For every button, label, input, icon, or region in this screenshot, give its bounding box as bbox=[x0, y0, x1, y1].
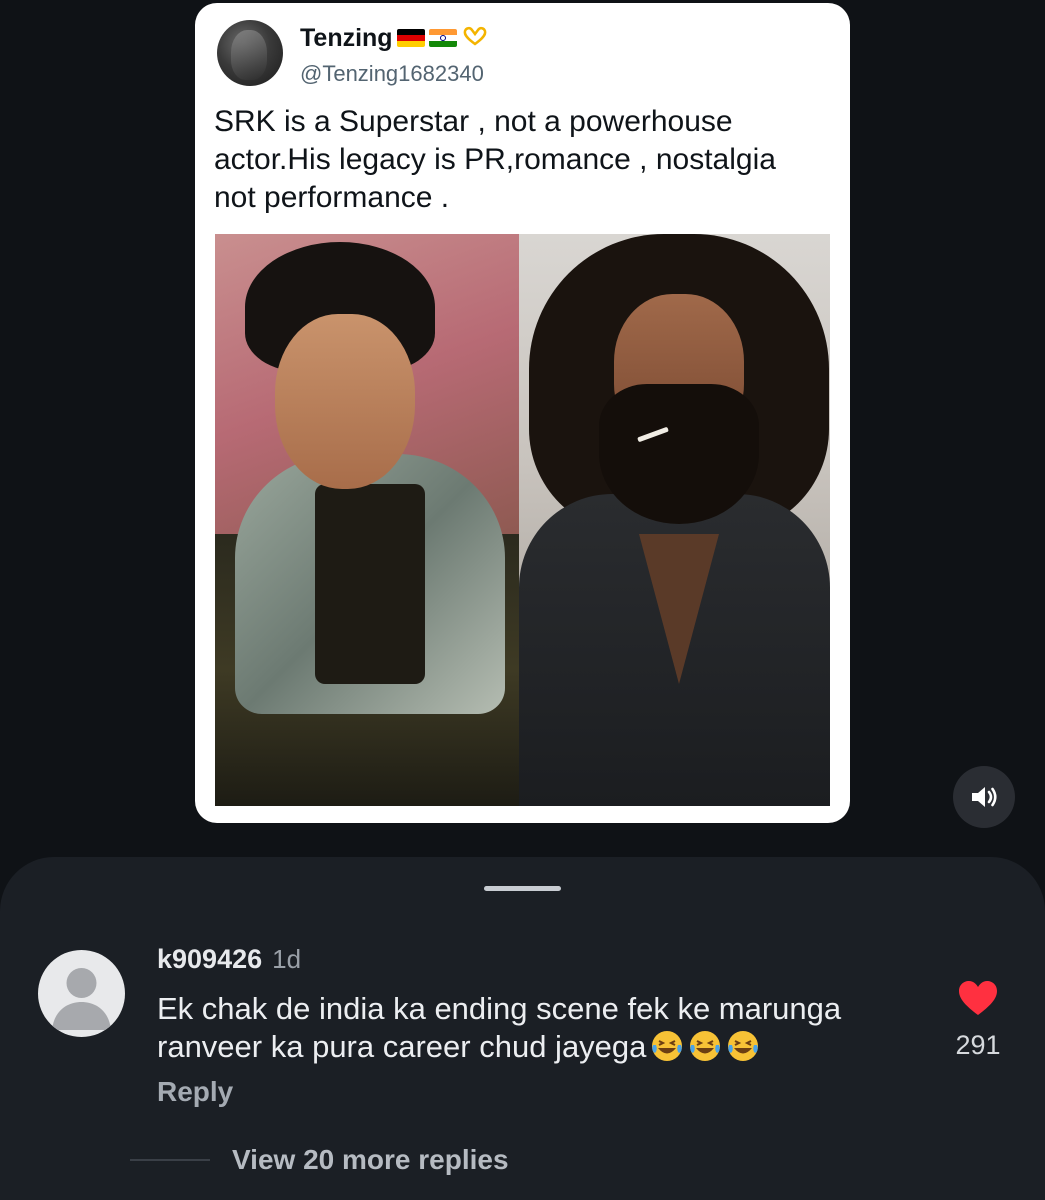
tweet-author-name: Tenzing bbox=[300, 23, 393, 52]
avatar-figure bbox=[231, 30, 267, 80]
tweet-author-avatar bbox=[217, 20, 283, 86]
replies-divider bbox=[130, 1159, 210, 1161]
photo-shape bbox=[315, 484, 425, 684]
like-count: 291 bbox=[955, 1030, 1001, 1060]
sound-toggle-button[interactable] bbox=[953, 766, 1015, 828]
comment-text-line: ranveer ka pura career chud jayega bbox=[157, 1029, 647, 1064]
tweet-author-row: Tenzing bbox=[300, 21, 488, 55]
laughing-tears-icon bbox=[690, 1031, 721, 1061]
commenter-avatar[interactable] bbox=[38, 950, 125, 1037]
drag-handle[interactable] bbox=[484, 886, 561, 891]
comment-username[interactable]: k909426 bbox=[157, 944, 262, 975]
tweet-text-line: actor.His legacy is PR,romance , nostalg… bbox=[214, 143, 776, 176]
heart-icon[interactable] bbox=[957, 979, 999, 1017]
laughing-tears-icon bbox=[728, 1031, 759, 1061]
comment-text-line: Ek chak de india ka ending scene fek ke … bbox=[157, 991, 842, 1026]
german-flag-icon bbox=[396, 29, 425, 47]
indian-flag-icon bbox=[428, 29, 457, 47]
srk-photo bbox=[215, 234, 519, 806]
default-user-icon bbox=[52, 968, 111, 1030]
reply-button[interactable]: Reply bbox=[157, 1076, 233, 1108]
comment-text-line-with-emoji: ranveer ka pura career chud jayega bbox=[157, 1028, 937, 1066]
app-screen: Tenzing @Tenzing1682340 SRK is a Superst… bbox=[0, 0, 1045, 1200]
view-more-replies-button[interactable]: View 20 more replies bbox=[232, 1144, 509, 1176]
heart-hands-icon bbox=[462, 26, 488, 51]
comment-header: k909426 1d bbox=[157, 944, 301, 975]
comment-timestamp: 1d bbox=[272, 944, 302, 974]
comments-sheet: k909426 1d Ek chak de india ka ending sc… bbox=[0, 857, 1045, 1200]
laughing-tears-icon bbox=[652, 1031, 683, 1061]
comment-body: Ek chak de india ka ending scene fek ke … bbox=[157, 990, 937, 1066]
tweet-body: SRK is a Superstar , not a powerhouse ac… bbox=[214, 103, 834, 217]
photo-shape bbox=[275, 314, 415, 489]
tweet-text-line: SRK is a Superstar , not a powerhouse bbox=[214, 105, 733, 138]
tweet-author-handle: @Tenzing1682340 bbox=[300, 61, 484, 86]
ranveer-photo bbox=[519, 234, 830, 806]
photo-shape bbox=[599, 384, 759, 524]
tweet-text-line: not performance . bbox=[214, 181, 450, 214]
speaker-icon bbox=[972, 787, 997, 807]
tweet-screenshot-card: Tenzing @Tenzing1682340 SRK is a Superst… bbox=[195, 3, 850, 823]
tweet-image bbox=[215, 234, 830, 806]
